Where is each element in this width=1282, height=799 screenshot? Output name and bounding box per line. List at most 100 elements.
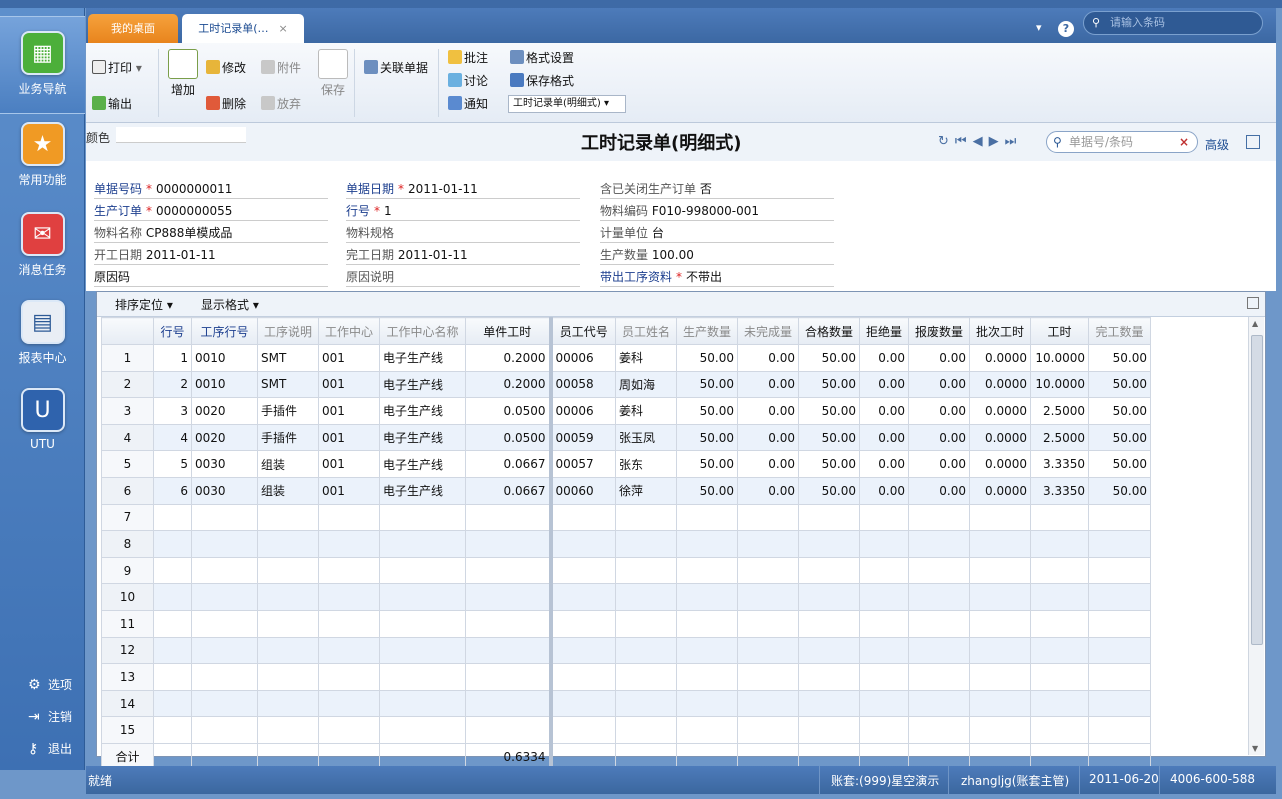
table-cell[interactable]: 0.00: [859, 397, 909, 425]
table-cell[interactable]: [465, 583, 551, 611]
table-cell[interactable]: 2.5000: [1030, 397, 1089, 425]
table-cell[interactable]: 组装: [257, 450, 319, 478]
nav-utu[interactable]: U UTU: [0, 388, 85, 451]
table-cell[interactable]: [1030, 530, 1089, 558]
table-cell[interactable]: [676, 663, 738, 691]
table-cell[interactable]: [615, 503, 677, 532]
sort-locate-button[interactable]: 排序定位 ▾: [115, 296, 173, 313]
table-cell[interactable]: 50.00: [1088, 370, 1151, 399]
table-cell[interactable]: [798, 636, 860, 665]
table-cell[interactable]: [1030, 663, 1089, 691]
layout-icon[interactable]: [1246, 135, 1260, 149]
table-cell[interactable]: [465, 609, 551, 638]
table-cell[interactable]: 0030: [191, 450, 258, 478]
table-cell[interactable]: 50.00: [798, 370, 860, 399]
table-cell[interactable]: 0.00: [908, 450, 970, 478]
table-cell[interactable]: [1088, 556, 1151, 585]
table-row[interactable]: 14: [101, 689, 1151, 718]
table-cell[interactable]: 电子生产线: [379, 397, 466, 425]
format-settings-button[interactable]: 格式设置: [510, 49, 574, 67]
table-cell[interactable]: 3: [153, 397, 192, 425]
table-cell[interactable]: [379, 609, 466, 638]
table-cell[interactable]: 00058: [548, 370, 616, 399]
table-cell[interactable]: [859, 716, 909, 744]
table-cell[interactable]: [191, 556, 258, 585]
clear-icon[interactable]: ×: [1179, 132, 1189, 152]
table-cell[interactable]: [153, 636, 192, 665]
col-header[interactable]: 单件工时: [465, 317, 551, 345]
table-cell[interactable]: 0.0667: [465, 476, 551, 505]
table-row[interactable]: 4 4 0020 手插件 001 电子生产线 0.0500 00059 张玉凤 50.00 0.00…: [101, 423, 1151, 452]
table-cell[interactable]: 电子生产线: [379, 476, 466, 505]
table-cell[interactable]: [318, 636, 380, 665]
table-cell[interactable]: 0.0000: [969, 370, 1031, 399]
table-cell[interactable]: 50.00: [676, 450, 738, 478]
table-cell[interactable]: [615, 583, 677, 611]
table-cell[interactable]: 周如海: [615, 370, 677, 399]
table-cell[interactable]: 3.3350: [1030, 450, 1089, 478]
table-cell[interactable]: [615, 716, 677, 744]
table-cell[interactable]: 0.2000: [465, 370, 551, 399]
table-cell[interactable]: 0.00: [859, 423, 909, 452]
table-cell[interactable]: [191, 636, 258, 665]
global-search-input[interactable]: ⚲ 请输入条码: [1083, 11, 1263, 35]
table-cell[interactable]: [676, 556, 738, 585]
table-cell[interactable]: 00006: [548, 397, 616, 425]
table-cell[interactable]: [318, 609, 380, 638]
table-cell[interactable]: [548, 609, 616, 638]
table-cell[interactable]: 001: [318, 476, 380, 505]
table-cell[interactable]: 00006: [548, 344, 616, 372]
display-format-button[interactable]: 显示格式 ▾: [201, 296, 259, 313]
related-docs-button[interactable]: 关联单据: [364, 59, 428, 77]
col-header[interactable]: 批次工时: [969, 317, 1031, 345]
table-cell[interactable]: [969, 503, 1031, 532]
table-cell[interactable]: 0.00: [908, 370, 970, 399]
table-cell[interactable]: 50.00: [798, 450, 860, 478]
table-cell[interactable]: [191, 530, 258, 558]
table-cell[interactable]: [676, 716, 738, 744]
table-cell[interactable]: [615, 689, 677, 718]
table-cell[interactable]: [737, 583, 799, 611]
table-cell[interactable]: 0.00: [908, 397, 970, 425]
table-cell[interactable]: [859, 663, 909, 691]
table-cell[interactable]: [615, 663, 677, 691]
table-cell[interactable]: [1088, 689, 1151, 718]
table-cell[interactable]: [548, 716, 616, 744]
table-row[interactable]: 2 2 0010 SMT 001 电子生产线 0.2000 00058 周如海 50.00 0.00…: [101, 370, 1151, 399]
vertical-scrollbar[interactable]: ▲ ▼: [1248, 317, 1264, 755]
table-cell[interactable]: [676, 530, 738, 558]
table-cell[interactable]: 0.00: [737, 344, 799, 372]
table-cell[interactable]: [257, 689, 319, 718]
table-cell[interactable]: 001: [318, 450, 380, 478]
table-cell[interactable]: 50.00: [676, 344, 738, 372]
col-header[interactable]: 工序行号: [191, 317, 258, 345]
table-cell[interactable]: [676, 583, 738, 611]
table-cell[interactable]: [191, 609, 258, 638]
edit-button[interactable]: 修改: [206, 59, 246, 77]
table-cell[interactable]: [379, 503, 466, 532]
table-row[interactable]: 9: [101, 556, 1151, 585]
table-cell[interactable]: 50.00: [676, 476, 738, 505]
table-cell[interactable]: 50.00: [676, 370, 738, 399]
table-cell[interactable]: [257, 583, 319, 611]
table-cell[interactable]: 0.00: [859, 476, 909, 505]
table-row[interactable]: 7: [101, 503, 1151, 532]
last-record-icon[interactable]: ⏭: [1005, 134, 1023, 149]
table-cell[interactable]: [676, 689, 738, 718]
table-cell[interactable]: 3.3350: [1030, 476, 1089, 505]
col-header[interactable]: 工时: [1030, 317, 1089, 345]
table-cell[interactable]: [465, 503, 551, 532]
attach-button[interactable]: 附件: [261, 59, 301, 77]
table-cell[interactable]: [908, 716, 970, 744]
table-cell[interactable]: [379, 530, 466, 558]
table-cell[interactable]: 5: [153, 450, 192, 478]
table-cell[interactable]: 0.0667: [465, 450, 551, 478]
table-cell[interactable]: [191, 663, 258, 691]
print-button[interactable]: 打印 ▾: [92, 59, 142, 77]
col-header[interactable]: 工作中心名称: [379, 317, 466, 345]
table-row[interactable]: 10: [101, 583, 1151, 611]
table-row[interactable]: 11: [101, 609, 1151, 638]
table-cell[interactable]: [737, 503, 799, 532]
table-cell[interactable]: 0.0000: [969, 476, 1031, 505]
table-row[interactable]: 6 6 0030 组装 001 电子生产线 0.0667 00060 徐萍 50.00 0.00 50…: [101, 476, 1151, 505]
